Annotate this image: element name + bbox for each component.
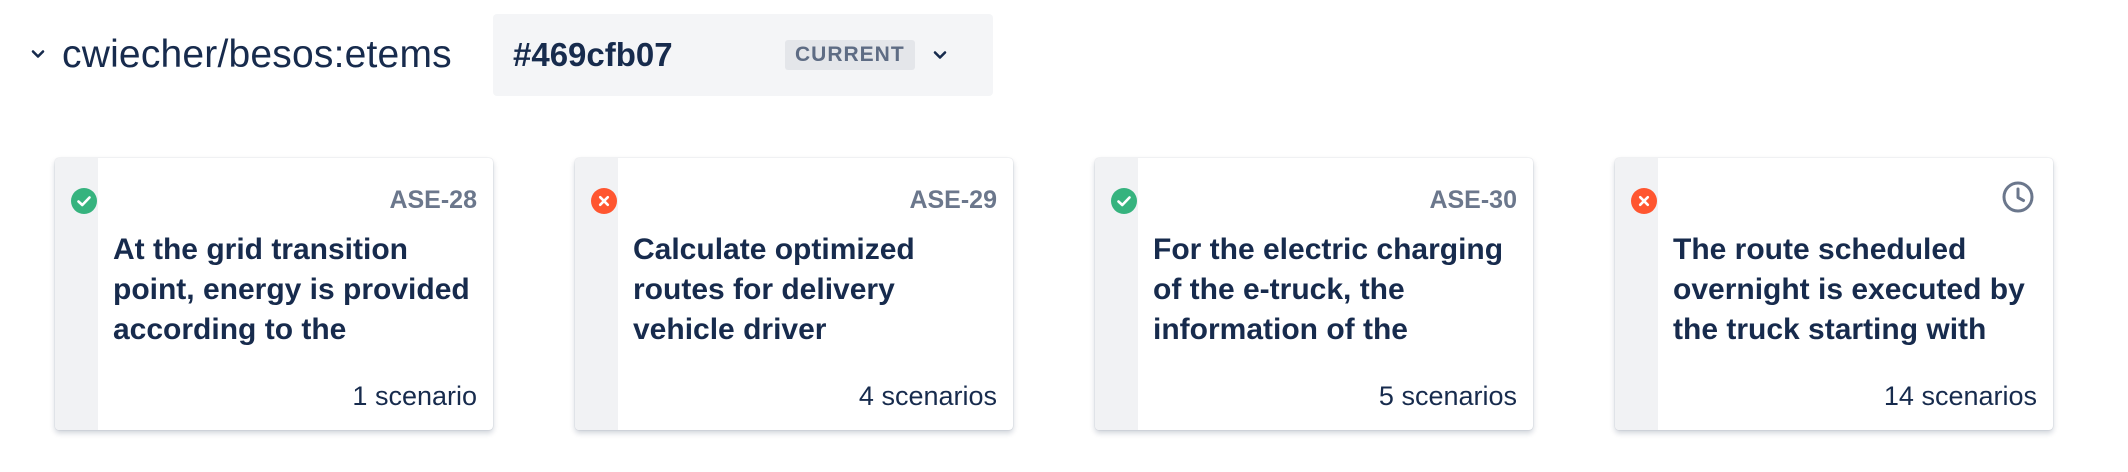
feature-card[interactable]: ASE-29 Calculate optimized routes for de… (575, 158, 1013, 430)
chevron-down-icon (927, 42, 953, 68)
clock-icon (2001, 180, 2035, 214)
card-title: Calculate optimized routes for delivery … (633, 233, 915, 346)
version-select[interactable]: #469cfb07 CURRENT (493, 14, 993, 96)
feature-card[interactable]: ASE-30 For the electric charging of the … (1095, 158, 1533, 430)
feature-card[interactable]: ASE-28 At the grid transition point, ene… (55, 158, 493, 430)
version-hash: #469cfb07 (513, 36, 673, 73)
scenario-count: 1 scenario (352, 381, 477, 411)
card-key: ASE-29 (909, 186, 997, 214)
collapse-chevron-icon[interactable] (24, 40, 52, 68)
cross-circle-icon (1631, 188, 1657, 214)
scenario-count: 4 scenarios (858, 381, 997, 411)
check-circle-icon (71, 188, 97, 214)
scenario-count: 14 scenarios (1883, 381, 2037, 411)
feature-card[interactable]: The route scheduled overnight is execute… (1615, 158, 2053, 430)
card-key: ASE-30 (1429, 186, 1517, 214)
scenario-count: 5 scenarios (1378, 381, 1517, 411)
cross-circle-icon (591, 188, 617, 214)
card-title: For the electric charging of the e-truck… (1153, 233, 1504, 346)
card-key: ASE-28 (389, 186, 477, 214)
current-badge: CURRENT (785, 40, 915, 70)
card-title: The route scheduled overnight is execute… (1673, 233, 2025, 346)
repo-title: cwiecher/besos:etems (62, 33, 452, 76)
header: cwiecher/besos:etems #469cfb07 CURRENT (0, 0, 2128, 120)
card-title: At the grid transition point, energy is … (113, 233, 470, 346)
check-circle-icon (1111, 188, 1137, 214)
